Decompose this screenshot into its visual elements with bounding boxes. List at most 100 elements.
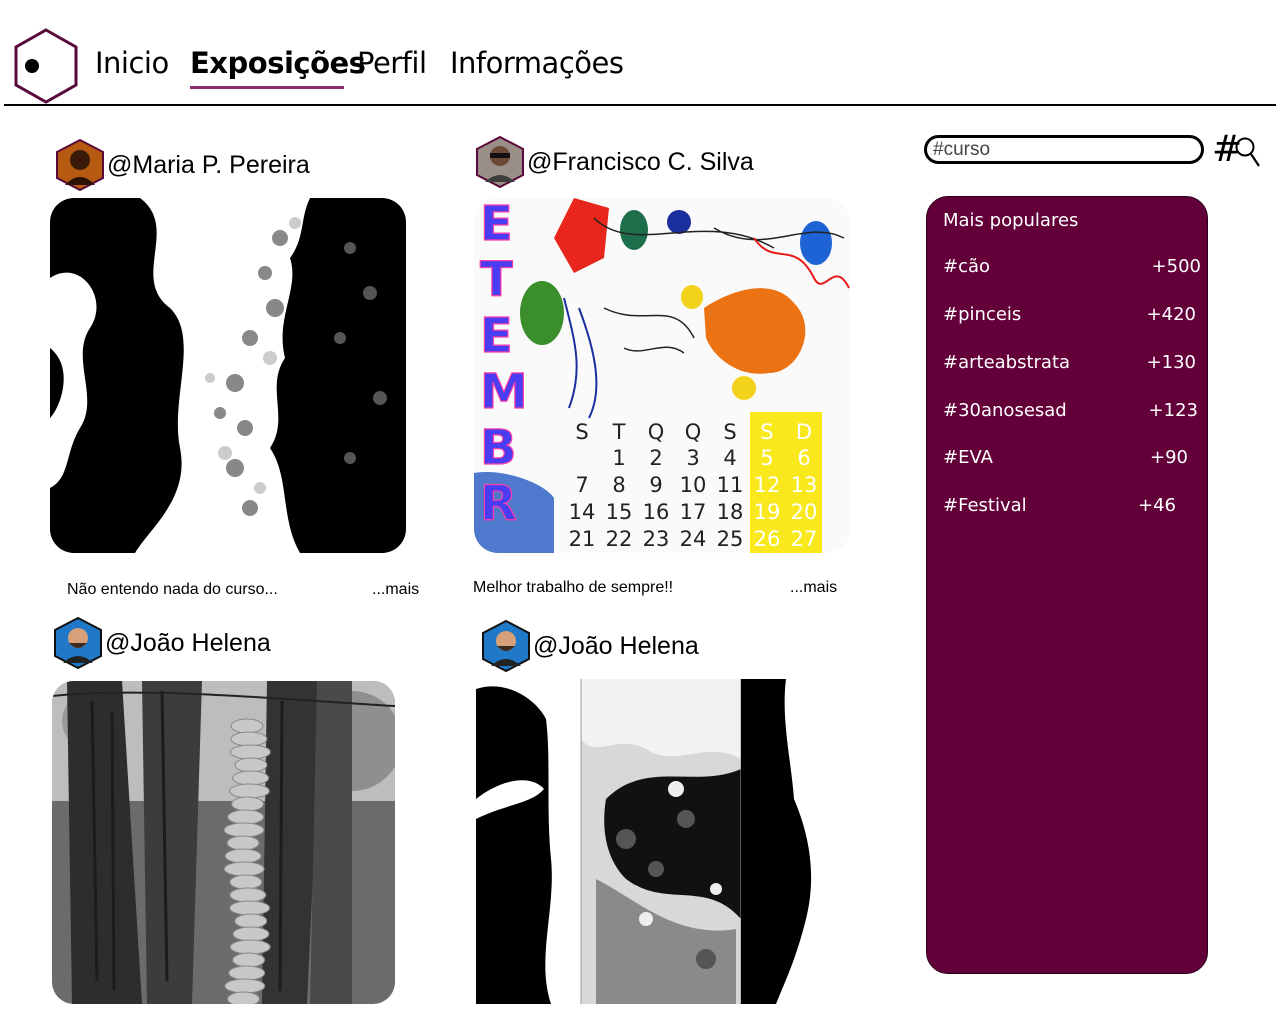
trend-tag: #EVA (943, 447, 993, 468)
author-name[interactable]: @Maria P. Pereira (107, 151, 310, 180)
calendar-month-letter: M (480, 364, 528, 420)
post-caption: Melhor trabalho de sempre!! (473, 579, 674, 596)
calendar-weekday: S (760, 420, 773, 444)
avatar[interactable] (53, 617, 103, 669)
author-name[interactable]: @João Helena (105, 629, 271, 658)
calendar-month-letter: T (480, 252, 513, 308)
avatar[interactable] (481, 620, 531, 672)
calendar-weekday: Q (648, 420, 665, 444)
stone-shape (223, 861, 265, 877)
avatar[interactable] (475, 136, 525, 188)
post-author-2: @Francisco C. Silva (475, 136, 754, 188)
stone-shape (229, 900, 271, 916)
calendar-day: 3 (686, 446, 699, 470)
stone-shape (229, 887, 267, 903)
stone-shape (232, 926, 270, 942)
hexagon-logo-icon[interactable] (12, 28, 80, 104)
stone-shape (228, 783, 270, 799)
stone-shape (228, 965, 266, 981)
post-image-stacked-stones[interactable] (52, 681, 395, 1004)
trend-tag: #Festival (943, 495, 1027, 516)
calendar-day: 1 (612, 446, 625, 470)
stone-shape (224, 848, 262, 864)
trend-count: +90 (1150, 447, 1188, 468)
trend-tag: #cão (943, 256, 991, 277)
calendar-month-letter: R (480, 476, 517, 532)
trend-count: +123 (1148, 400, 1198, 421)
nav-exposicoes[interactable]: Exposições (190, 46, 366, 80)
calendar-day: 18 (717, 500, 744, 524)
trend-count: +46 (1138, 495, 1176, 516)
calendar-day: 17 (680, 500, 707, 524)
calendar-day: 8 (612, 473, 625, 497)
trend-count: +500 (1151, 256, 1201, 277)
calendar-day: 20 (791, 500, 818, 524)
calendar-day: 5 (760, 446, 773, 470)
stone-shape (227, 809, 265, 825)
trending-panel: Mais populares #cão +500 #pinceis +420 #… (926, 196, 1208, 974)
search-button[interactable]: # (1212, 132, 1262, 172)
post-image-calendar-artwork[interactable]: ETEMBR S T Q Q S S D 1 2 3 4 5 6 7 8 9 10 11 12 13 14 15 16 17 1… (474, 198, 850, 553)
post-image-abstract-grayscale[interactable] (476, 679, 812, 1004)
calendar-day: 13 (791, 473, 818, 497)
calendar-day: 23 (643, 527, 670, 551)
search-box[interactable] (924, 135, 1204, 164)
calendar-weekday: T (612, 420, 626, 444)
nav-informacoes[interactable]: Informações (450, 46, 624, 80)
calendar-day: 14 (569, 500, 596, 524)
stone-shape (231, 796, 265, 812)
calendar-day: 12 (754, 473, 781, 497)
stone-shape (226, 991, 260, 1004)
avatar[interactable] (55, 139, 105, 191)
post-author-3: @João Helena (53, 617, 271, 669)
author-name[interactable]: @João Helena (533, 632, 699, 661)
calendar-day: 27 (791, 527, 818, 551)
post-author-1: @Maria P. Pereira (55, 139, 310, 191)
calendar-weekday: D (796, 420, 812, 444)
stone-shape (232, 952, 266, 968)
stone-shape (229, 939, 271, 955)
calendar-day: 2 (649, 446, 662, 470)
trend-count: +130 (1146, 352, 1196, 373)
calendar-day: 15 (606, 500, 633, 524)
calendar-weekday: Q (685, 420, 702, 444)
calendar-day: 11 (717, 473, 744, 497)
stone-shape (224, 978, 266, 994)
calendar-day: 16 (643, 500, 670, 524)
stone-shape (230, 718, 264, 734)
header-divider (4, 104, 1276, 106)
trend-count: +420 (1146, 304, 1196, 325)
more-link[interactable]: ...mais (372, 581, 419, 599)
calendar-month-letter: E (480, 198, 513, 252)
calendar-day: 21 (569, 527, 596, 551)
calendar-day: 4 (723, 446, 736, 470)
author-name[interactable]: @Francisco C. Silva (527, 148, 754, 177)
nav-perfil[interactable]: Perfil (357, 46, 427, 80)
magnifier-icon (1235, 137, 1260, 167)
stone-shape (226, 835, 260, 851)
nav-inicio[interactable]: Inicio (95, 46, 169, 80)
stone-shape (229, 874, 263, 890)
calendar-day: 26 (754, 527, 781, 551)
calendar-day: 9 (649, 473, 662, 497)
stone-shape (223, 822, 265, 838)
post-image-abstract-bw[interactable] (50, 198, 406, 553)
calendar-day: 19 (754, 500, 781, 524)
post-caption: Não entendo nada do curso... (67, 581, 278, 598)
trend-tag: #pinceis (943, 304, 1022, 325)
more-link[interactable]: ...mais (790, 579, 837, 597)
calendar-month-letter: E (480, 308, 513, 364)
calendar-day: 10 (680, 473, 707, 497)
calendar-month-letter: B (480, 420, 517, 476)
active-nav-underline (190, 76, 344, 89)
calendar-weekday: S (575, 420, 588, 444)
stone-shape (234, 913, 268, 929)
stone-shape (230, 731, 268, 747)
trending-title: Mais populares (943, 210, 1079, 231)
calendar-day: 25 (717, 527, 744, 551)
search-input[interactable] (933, 139, 1193, 161)
calendar-day: 24 (680, 527, 707, 551)
calendar-day: 6 (797, 446, 810, 470)
stone-shape (234, 757, 268, 773)
post-author-4: @João Helena (481, 620, 699, 672)
